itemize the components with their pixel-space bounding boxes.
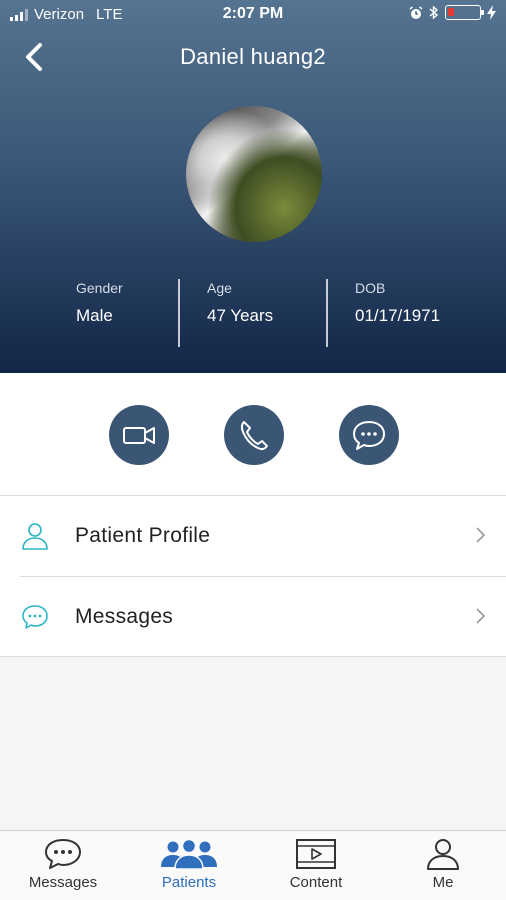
dob-info: DOB 01/17/1971 [355,280,440,326]
age-info: Age 47 Years [207,280,273,326]
person-icon [427,839,459,870]
tab-label: Messages [28,874,98,891]
gender-key: Gender [76,280,123,296]
video-camera-icon [123,427,155,444]
tab-label: Content [289,874,343,891]
charging-icon [487,5,496,20]
gender-info: Gender Male [76,280,123,326]
menu-item-label: Patient Profile [75,524,211,547]
menu-item-label: Messages [75,605,174,628]
tab-bar: Messages Patients Content Me [0,830,506,900]
video-player-icon [296,839,336,869]
tab-patients[interactable]: Patients [126,831,252,900]
menu-list: Patient Profile Messages [0,495,506,657]
bluetooth-icon [429,5,439,20]
tab-messages[interactable]: Messages [0,831,126,900]
menu-item-patient-profile[interactable]: Patient Profile [0,496,506,576]
dob-key: DOB [355,280,386,296]
group-icon [161,838,217,870]
chat-bubble-icon [22,605,48,629]
alarm-icon [409,5,423,19]
tab-label: Me [432,874,454,891]
chat-bubble-icon [45,839,81,869]
age-value: 47 Years [207,306,274,325]
profile-header: Verizon LTE 2:07 PM Daniel huang2 Gender… [0,0,506,373]
chevron-right-icon [476,527,486,543]
page-title: Daniel huang2 [180,44,326,69]
action-bar [0,373,506,495]
tab-me[interactable]: Me [380,831,506,900]
chat-button[interactable] [339,405,399,465]
tab-content[interactable]: Content [253,831,379,900]
tab-label: Patients [161,874,217,891]
status-bar: Verizon LTE 2:07 PM [0,0,506,30]
chat-bubble-icon [353,421,385,450]
phone-call-button[interactable] [224,405,284,465]
phone-icon [240,421,268,451]
battery-icon [445,5,484,20]
gender-value: Male [76,306,113,325]
person-icon [22,523,48,550]
avatar [186,106,322,242]
chevron-right-icon [476,608,486,624]
video-call-button[interactable] [109,405,169,465]
age-key: Age [207,280,232,296]
menu-item-messages[interactable]: Messages [20,576,506,656]
divider [326,279,328,347]
dob-value: 01/17/1971 [355,306,441,325]
divider [178,279,180,347]
